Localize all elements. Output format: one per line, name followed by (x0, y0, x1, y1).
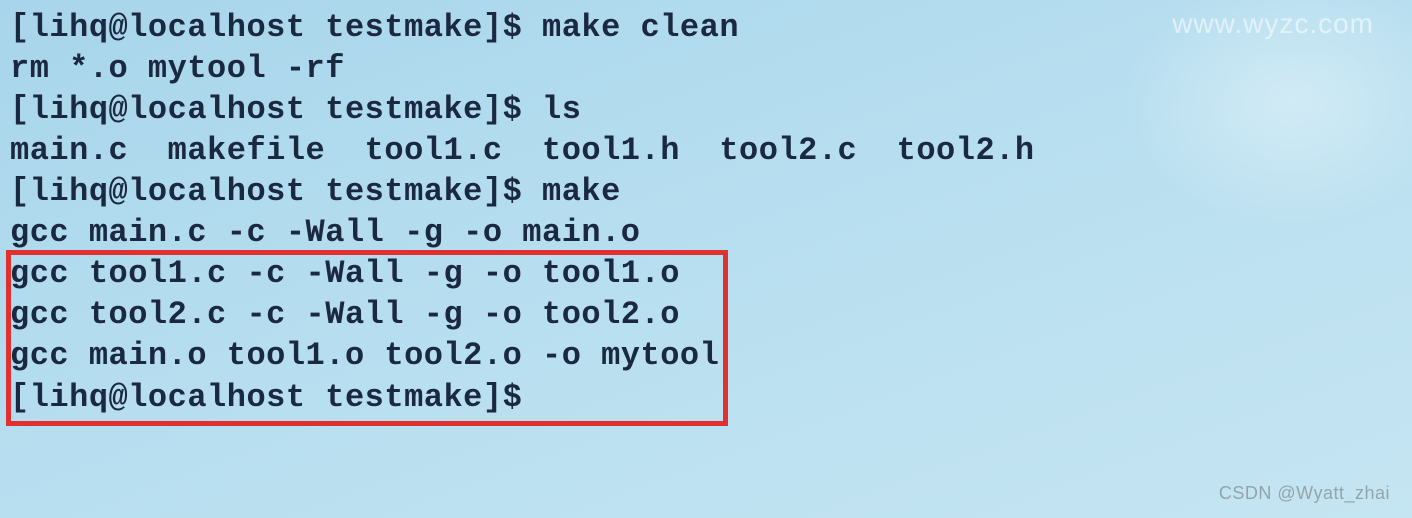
shell-prompt: [lihq@localhost testmake]$ (10, 9, 522, 46)
terminal-output-gcc-main: gcc main.c -c -Wall -g -o main.o (10, 213, 1402, 254)
command-text: ls (542, 91, 581, 128)
command-text: make (542, 173, 621, 210)
terminal-line-3: [lihq@localhost testmake]$ make (10, 172, 1402, 213)
terminal-output-rm: rm *.o mytool -rf (10, 49, 1402, 90)
shell-prompt: [lihq@localhost testmake]$ (10, 379, 522, 416)
terminal-output-gcc-tool2: gcc tool2.c -c -Wall -g -o tool2.o (10, 295, 1402, 336)
terminal-line-active[interactable]: [lihq@localhost testmake]$ (10, 377, 1402, 419)
terminal-line-2: [lihq@localhost testmake]$ ls (10, 90, 1402, 131)
terminal-output-ls: main.c makefile tool1.c tool1.h tool2.c … (10, 131, 1402, 172)
shell-prompt: [lihq@localhost testmake]$ (10, 173, 522, 210)
watermark-top-text: www.wyzc.com (1172, 8, 1374, 40)
terminal-output-gcc-link: gcc main.o tool1.o tool2.o -o mytool (10, 336, 1402, 377)
shell-prompt: [lihq@localhost testmake]$ (10, 91, 522, 128)
watermark-bottom-text: CSDN @Wyatt_zhai (1219, 483, 1390, 504)
terminal-output-gcc-tool1: gcc tool1.c -c -Wall -g -o tool1.o (10, 254, 1402, 295)
command-text: make clean (542, 9, 739, 46)
